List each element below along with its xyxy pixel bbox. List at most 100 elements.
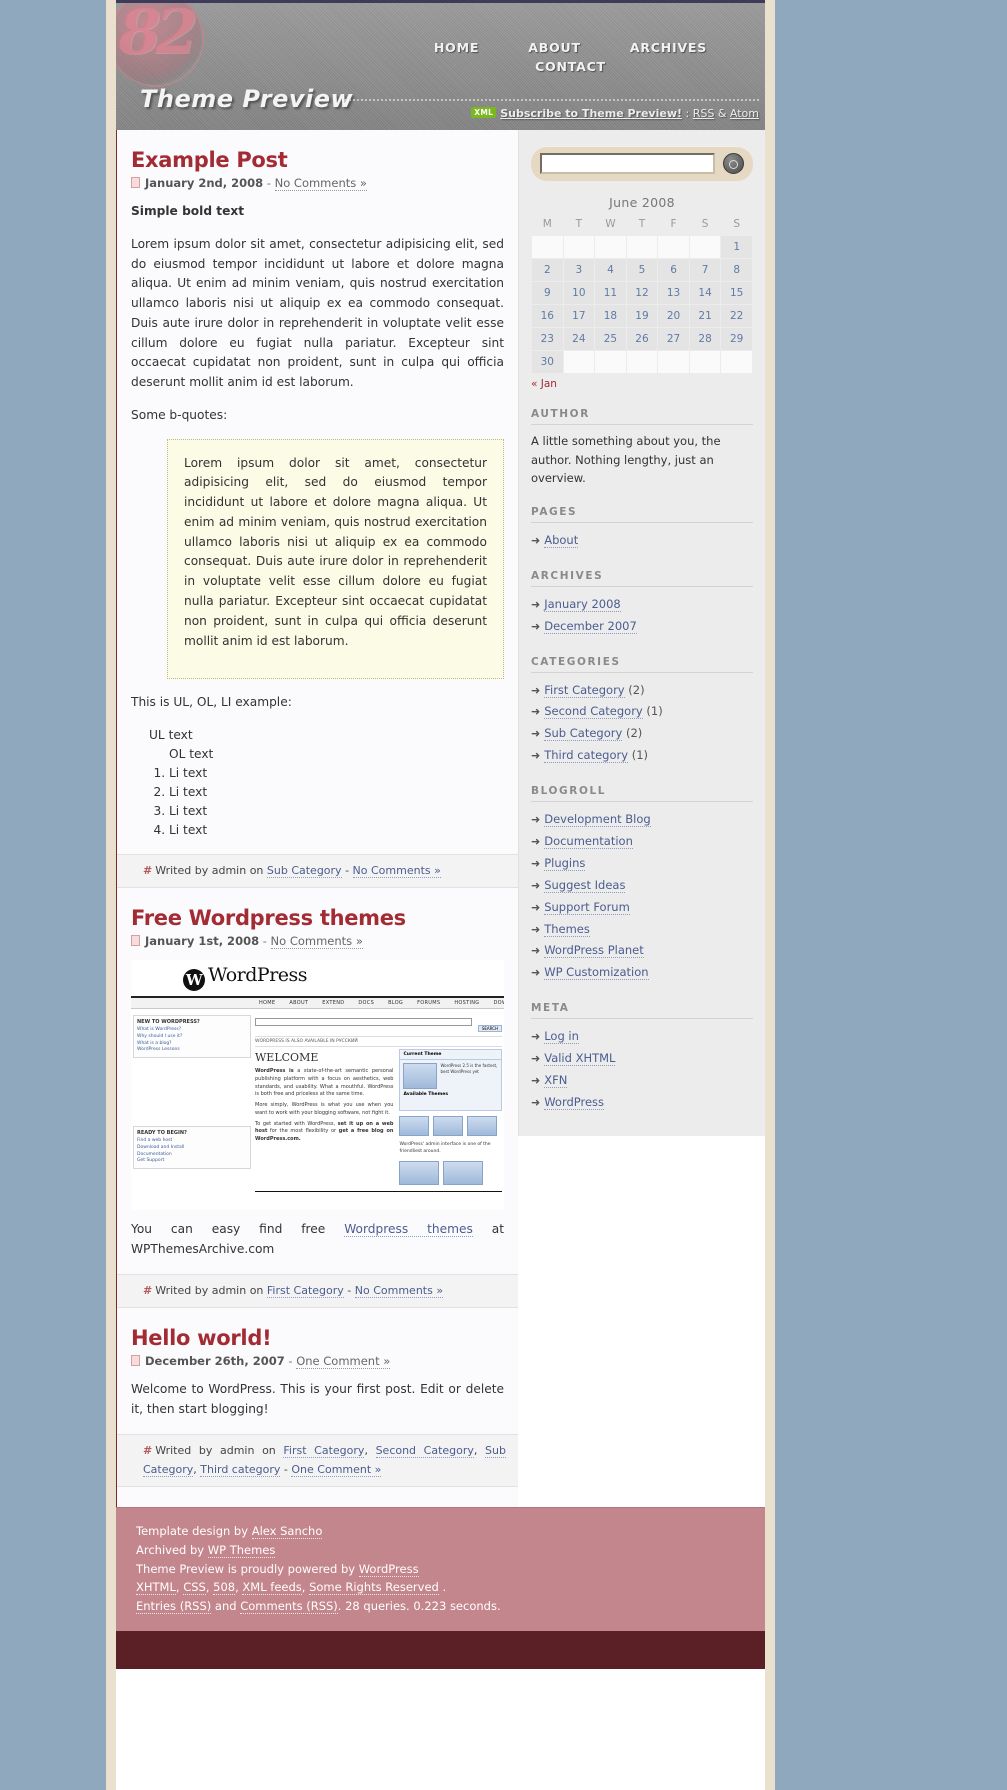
widget-link[interactable]: Suggest Ideas [544, 877, 626, 893]
calendar-day-12: 12 [625, 281, 659, 305]
calendar-day-26: 26 [625, 327, 659, 351]
widget-link[interactable]: WordPress Planet [544, 943, 644, 959]
meta-comments-link[interactable]: One Comment » [291, 1462, 382, 1477]
widget-link[interactable]: Sub Category [544, 726, 623, 742]
theme-panel-available: Available Themes [403, 1092, 448, 1098]
post-comments-link[interactable]: No Comments » [274, 176, 367, 191]
widget-link[interactable]: Development Blog [544, 812, 651, 828]
post-date: December 26th, 2007 [145, 1354, 285, 1369]
footer-text: Template design by [136, 1524, 252, 1539]
theme-panel-sub: WordPress 2.5 is the fastest, best WordP… [440, 1063, 498, 1074]
calendar-day-16: 16 [531, 304, 564, 328]
xml-feeds-link[interactable]: XML feeds [242, 1580, 302, 1596]
widget-link[interactable]: Valid XHTML [544, 1051, 616, 1067]
header-divider [344, 99, 759, 101]
list-item: ➜ WordPress Planet [531, 940, 753, 962]
calendar-prev-nav[interactable]: « Jan [531, 378, 753, 390]
arrow-bullet-icon: ➜ [531, 966, 541, 980]
list-item: ➜ WordPress [531, 1092, 753, 1114]
panel-title: READY TO BEGIN? [137, 1130, 187, 1137]
list-item: ➜ Third category (1) [531, 745, 753, 767]
post-title[interactable]: Example Post [131, 148, 504, 172]
list-item: ➜ Plugins [531, 853, 753, 875]
body-before: You can easy find free [131, 1222, 345, 1237]
meta-category-link[interactable]: First Category [283, 1443, 365, 1458]
post-author-text: Writed by admin on [155, 1443, 284, 1457]
screenshot-search-button: SEARCH [477, 1025, 502, 1033]
widget-link[interactable]: XFN [544, 1073, 568, 1089]
calendar-day-22: 22 [720, 304, 753, 328]
widget-link[interactable]: Log in [544, 1029, 579, 1045]
widget-link[interactable]: Documentation [544, 834, 633, 849]
search-input[interactable] [540, 153, 715, 174]
calendar-empty-cell [531, 235, 564, 259]
post-author-text: Writed by admin on [155, 863, 267, 877]
meta-category-link[interactable]: First Category [266, 1283, 344, 1298]
item-count: (2) [624, 682, 645, 697]
post-date: January 2nd, 2008 [145, 176, 264, 190]
arrow-bullet-icon: ➜ [531, 856, 541, 870]
search-button-icon[interactable] [723, 153, 744, 174]
arrow-bullet-icon: ➜ [531, 597, 541, 611]
wordpress-wordmark: W WordPress [183, 964, 308, 992]
wp-themes-link[interactable]: WP Themes [207, 1542, 276, 1558]
widget-link[interactable]: About [544, 532, 579, 548]
widget-link[interactable]: Support Forum [544, 899, 630, 915]
logo-glyph: 82 [118, 0, 198, 68]
post-comments-link[interactable]: No Comments » [270, 934, 363, 950]
blog-title: Theme Preview [140, 85, 354, 113]
meta-comments-link[interactable]: No Comments » [352, 863, 441, 878]
arrow-bullet-icon: ➜ [531, 878, 541, 892]
meta-category-link[interactable]: Second Category [375, 1443, 474, 1458]
widget-link[interactable]: Themes [544, 921, 590, 937]
wordpress-themes-link[interactable]: Wordpress themes [344, 1222, 473, 1238]
primary-navigation[interactable]: HOME ABOUT ARCHIVES CONTACT [376, 37, 765, 75]
widget-link[interactable]: First Category [544, 682, 625, 698]
xhtml-link[interactable]: XHTML [136, 1580, 176, 1596]
calendar-week-row: 1 [531, 235, 753, 259]
atom-link[interactable]: Atom [730, 107, 759, 120]
widget-list-blogroll: ➜ Development Blog ➜ Documentation ➜ Plugins ➜… [531, 809, 753, 984]
subscribe-bar: XML Subscribe to Theme Preview! : RSS & A… [471, 107, 759, 120]
widget-title-blogroll: BLOGROLL [531, 785, 753, 803]
meta-category-link[interactable]: Third category [200, 1462, 281, 1477]
widget-link[interactable]: WP Customization [544, 965, 649, 981]
content-column: Example Post January 2nd, 2008 - No Comm… [116, 130, 518, 1508]
alex-sancho-link[interactable]: Alex Sancho [251, 1524, 323, 1540]
list-item: ➜ Suggest Ideas [531, 875, 753, 897]
css-link[interactable]: CSS [183, 1580, 206, 1596]
theme-panel-title: Current Theme [400, 1050, 501, 1061]
comments-rss-link[interactable]: Comments (RSS) [240, 1598, 338, 1614]
widget-title-author: AUTHOR [531, 408, 753, 425]
subscribe-separator: : [682, 107, 693, 120]
wordpress-link[interactable]: WordPress [358, 1561, 419, 1577]
nav-item-archives[interactable]: ARCHIVES [630, 40, 707, 55]
meta-category-link[interactable]: Sub Category [266, 863, 342, 878]
widget-link[interactable]: December 2007 [544, 618, 637, 634]
post-title[interactable]: Free Wordpress themes [131, 906, 504, 930]
meta-comments-link[interactable]: No Comments » [354, 1283, 444, 1298]
nav-item-home[interactable]: HOME [434, 40, 479, 55]
item-count: (2) [622, 726, 643, 741]
rss-link[interactable]: RSS [693, 107, 715, 120]
hash-icon: # [143, 1283, 153, 1297]
widget-link[interactable]: January 2008 [544, 596, 621, 612]
calendar-day-20: 20 [657, 304, 690, 328]
widget-link[interactable]: WordPress [544, 1094, 605, 1110]
post-title[interactable]: Hello world! [131, 1326, 504, 1350]
subscribe-link[interactable]: Subscribe to Theme Preview! [500, 107, 682, 120]
calendar-prev-link[interactable]: « Jan [531, 378, 557, 390]
nav-item-contact[interactable]: CONTACT [535, 59, 606, 74]
nav-item-about[interactable]: ABOUT [528, 40, 581, 55]
site-logo-icon[interactable]: 82 [116, 0, 204, 87]
section-508-link[interactable]: 508 [213, 1580, 236, 1596]
calendar-week-row: 23 24 25 26 27 28 29 [531, 327, 753, 351]
calendar-empty-cell [688, 350, 722, 374]
post-comments-link[interactable]: One Comment » [296, 1354, 391, 1370]
widget-link[interactable]: Second Category [544, 704, 643, 720]
widget-link[interactable]: Plugins [544, 855, 586, 871]
rights-reserved-link[interactable]: Some Rights Reserved [309, 1580, 439, 1596]
widget-link[interactable]: Third category [544, 748, 629, 764]
entries-rss-link[interactable]: Entries (RSS) [136, 1598, 212, 1614]
calendar-day-13: 13 [657, 281, 690, 305]
